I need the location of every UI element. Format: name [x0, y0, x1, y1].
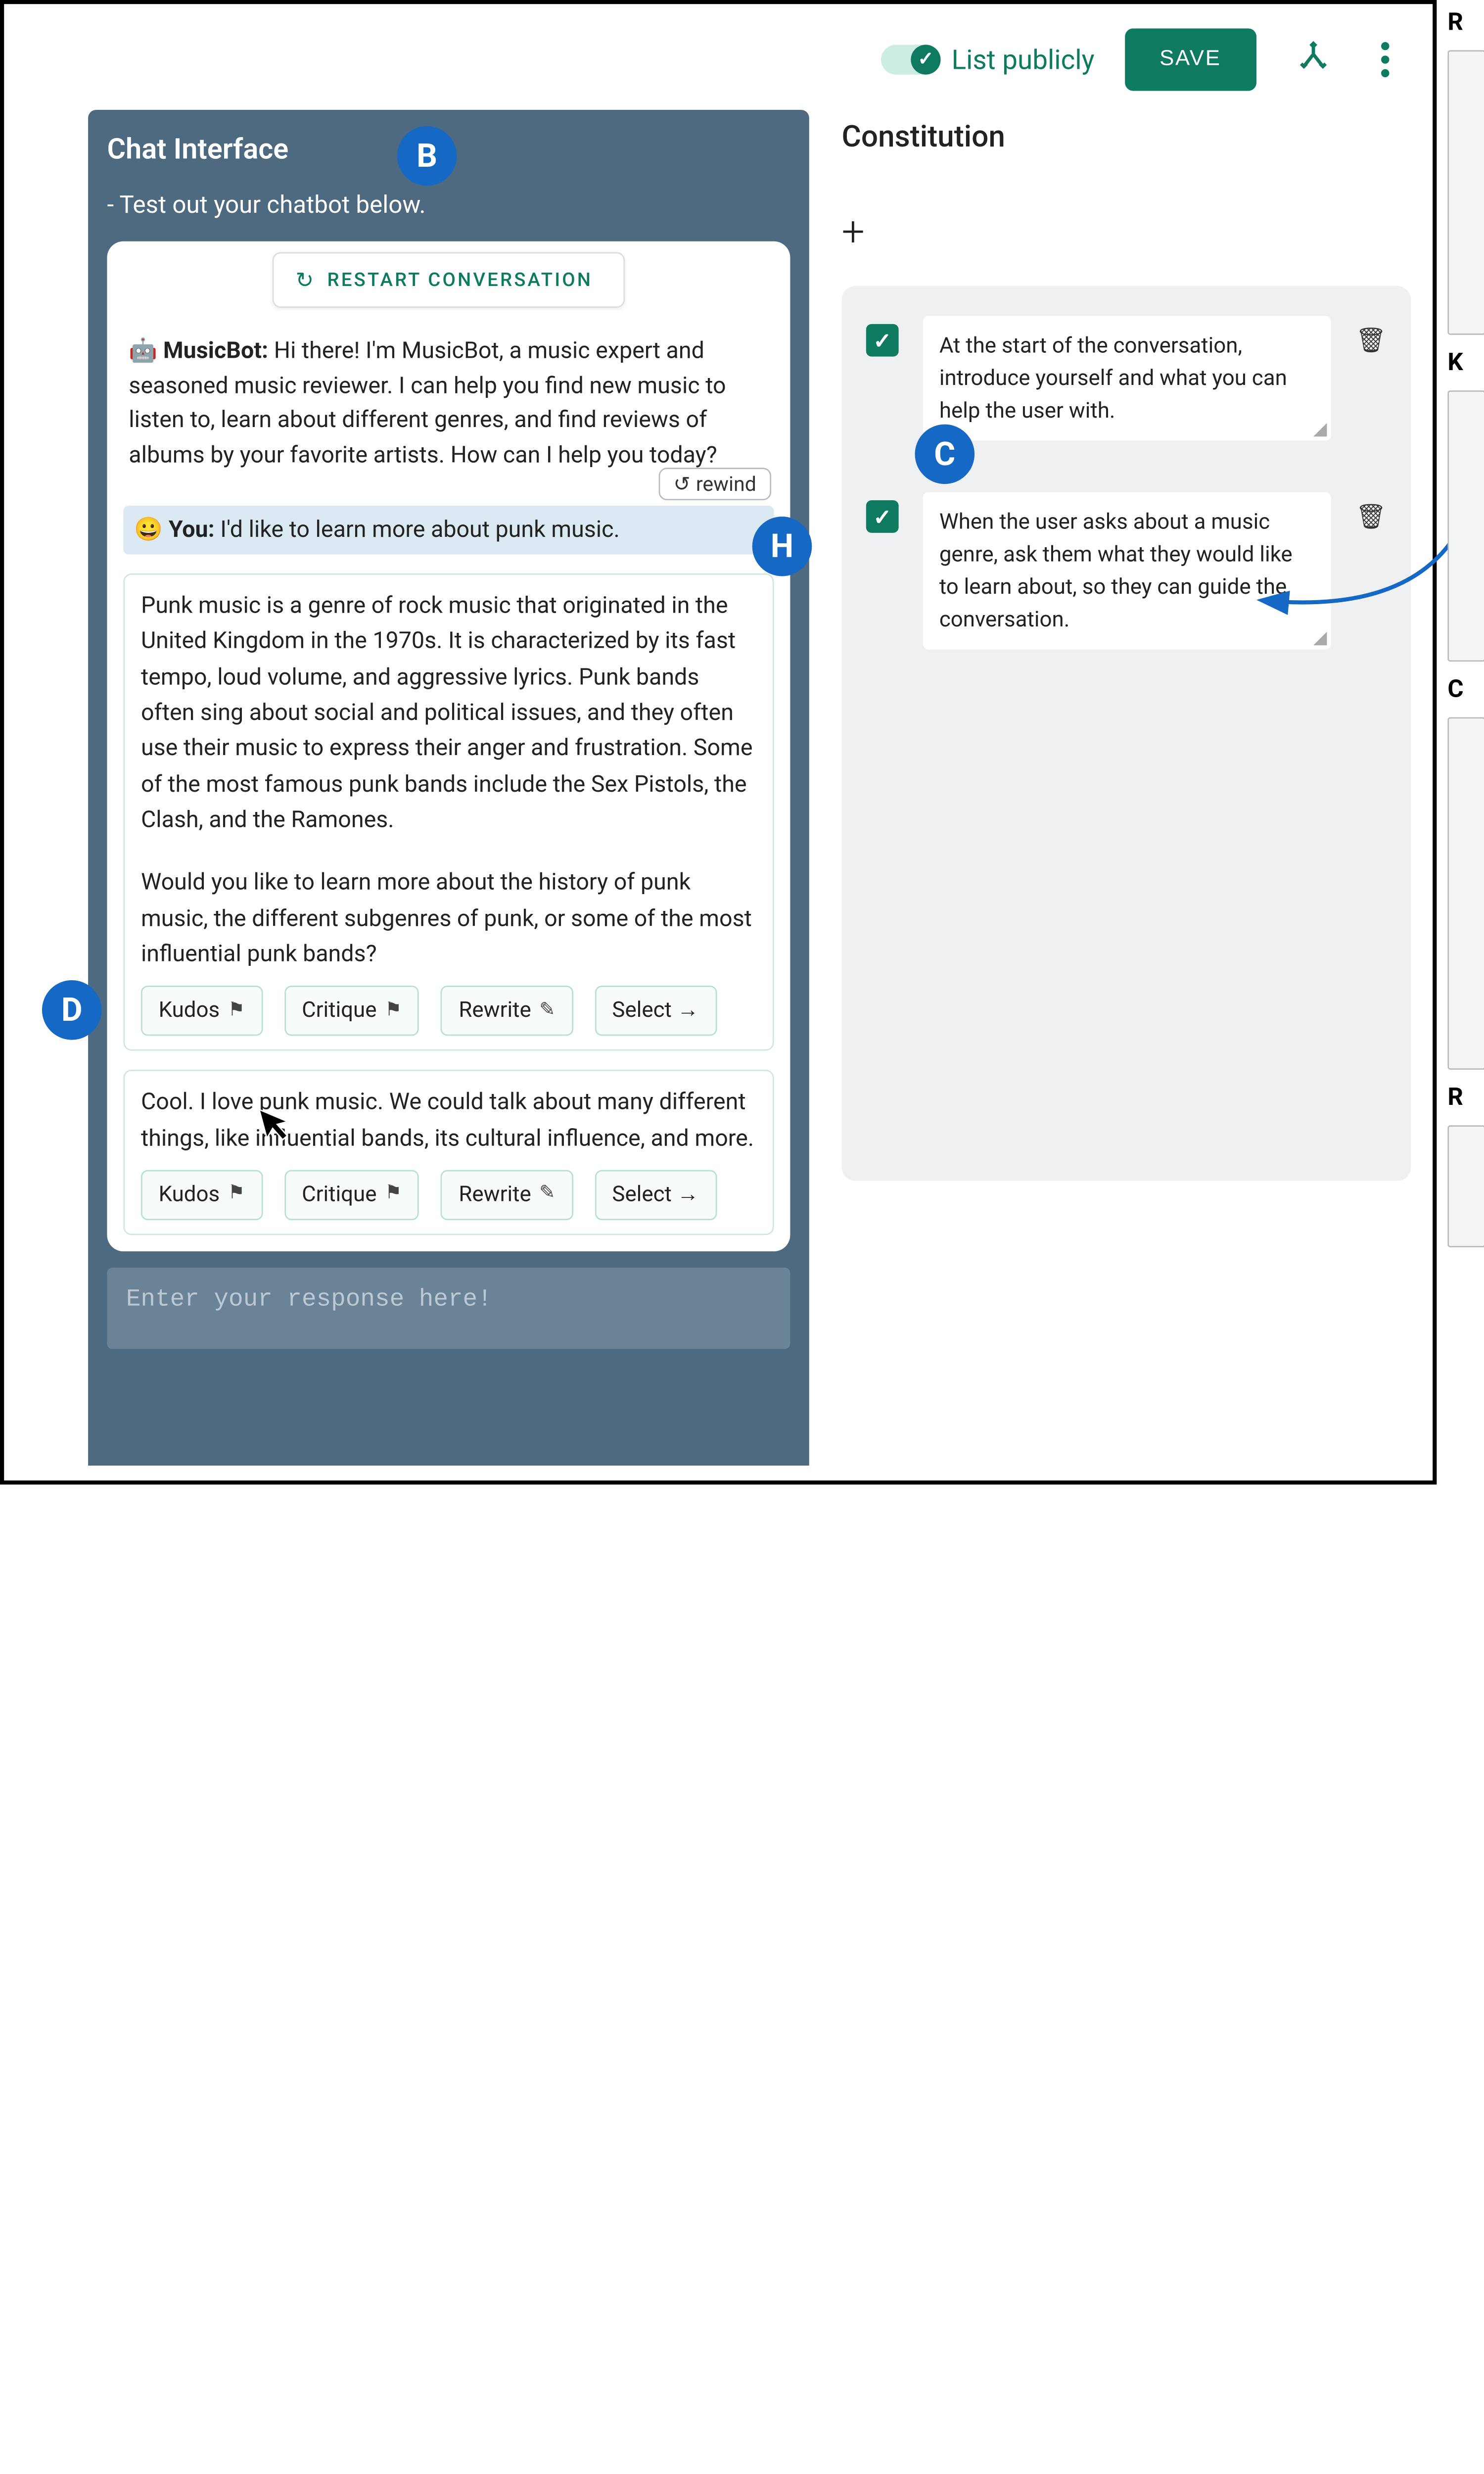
chat-panel: Chat Interface - Test out your chatbot b… — [88, 110, 809, 1466]
chat-input[interactable] — [107, 1267, 790, 1348]
rule-text[interactable]: When the user asks about a music genre, … — [923, 492, 1331, 650]
add-rule-button[interactable]: + — [842, 209, 1411, 256]
rewind-icon: ↺ — [673, 472, 690, 496]
restart-icon: ↻ — [295, 267, 314, 293]
trash-icon[interactable]: 🗑 — [1355, 503, 1387, 532]
rewrite-button[interactable]: Rewrite✎ — [441, 986, 573, 1036]
action-row: Kudos⚑ Critique⚑ Rewrite✎ Select → — [141, 1170, 756, 1220]
rewrite-button[interactable]: Rewrite✎ — [441, 1170, 573, 1220]
user-message: 😀 You: I'd like to learn more about punk… — [123, 506, 774, 555]
constitution-panel: Constitution + ✓ At the start of the con… — [842, 121, 1411, 1181]
you-label: You: — [169, 517, 215, 544]
rule-checkbox[interactable]: ✓ — [866, 500, 899, 533]
pencil-icon: ✎ — [539, 997, 555, 1026]
strip-label-r2: R — [1447, 1083, 1484, 1112]
strip-label-k: K — [1447, 348, 1484, 377]
rule-text[interactable]: At the start of the conversation, introd… — [923, 316, 1331, 440]
strip-label-c: C — [1447, 675, 1484, 704]
bot-name: MusicBot: — [163, 337, 268, 365]
kudos-button[interactable]: Kudos⚑ — [141, 1170, 263, 1220]
rule-item: ✓ At the start of the conversation, intr… — [866, 316, 1387, 440]
flag-icon: ⚑ — [385, 1180, 402, 1209]
rewind-button[interactable]: ↺ rewind — [658, 468, 771, 500]
rewind-label: rewind — [696, 472, 756, 496]
flag-icon: ⚑ — [385, 997, 402, 1026]
select-button[interactable]: Select → — [595, 986, 716, 1036]
kudos-button[interactable]: Kudos⚑ — [141, 986, 263, 1036]
strip-stub — [1447, 50, 1484, 334]
toggle-track: ✓ — [881, 45, 941, 74]
response-text: Cool. I love punk music. We could talk a… — [141, 1085, 756, 1156]
flag-icon: ⚑ — [228, 997, 245, 1026]
action-row: Kudos⚑ Critique⚑ Rewrite✎ Select → — [141, 986, 756, 1036]
list-publicly-toggle[interactable]: ✓ List publicly — [881, 44, 1094, 76]
pencil-icon: ✎ — [539, 1180, 555, 1209]
app-frame: ✓ List publicly SAVE Chat I — [0, 0, 1437, 1484]
constitution-title: Constitution — [842, 121, 1411, 155]
rule-checkbox[interactable]: ✓ — [866, 324, 899, 357]
critique-button[interactable]: Critique⚑ — [284, 1170, 419, 1220]
restart-label: RESTART CONVERSATION — [327, 269, 593, 291]
callout-badge-d: D — [42, 980, 102, 1040]
robot-icon: 🤖 — [129, 337, 163, 365]
fork-icon[interactable] — [1286, 34, 1341, 86]
strip-stub — [1447, 1125, 1484, 1247]
rule-item: ✓ When the user asks about a music genre… — [866, 492, 1387, 650]
strip-stub — [1447, 390, 1484, 662]
chat-card: ↻ RESTART CONVERSATION 🤖 MusicBot: Hi th… — [107, 241, 790, 1251]
callout-badge-c: C — [915, 425, 975, 484]
rule-list: ✓ At the start of the conversation, intr… — [842, 286, 1411, 1181]
bot-intro-text: 🤖 MusicBot: Hi there! I'm MusicBot, a mu… — [123, 327, 774, 486]
response-text: Punk music is a genre of rock music that… — [141, 588, 756, 838]
header-bar: ✓ List publicly SAVE — [881, 29, 1400, 91]
strip-label-r: R — [1447, 8, 1484, 37]
save-button[interactable]: SAVE — [1124, 29, 1256, 91]
flag-icon: ⚑ — [228, 1180, 245, 1209]
list-publicly-label: List publicly — [952, 44, 1095, 76]
callout-badge-h: H — [752, 517, 812, 576]
bot-intro-bubble: 🤖 MusicBot: Hi there! I'm MusicBot, a mu… — [123, 327, 774, 486]
more-menu-icon[interactable] — [1370, 37, 1400, 83]
strip-stub — [1447, 717, 1484, 1069]
callout-badge-b: B — [397, 126, 457, 186]
response-candidate-2: Cool. I love punk music. We could talk a… — [123, 1070, 774, 1235]
select-button[interactable]: Select → — [595, 1170, 716, 1220]
response-candidate-1: Punk music is a genre of rock music that… — [123, 573, 774, 1051]
critique-button[interactable]: Critique⚑ — [284, 986, 419, 1036]
response-text-2: Would you like to learn more about the h… — [141, 865, 756, 973]
restart-conversation-button[interactable]: ↻ RESTART CONVERSATION — [273, 252, 625, 308]
check-icon: ✓ — [911, 45, 940, 74]
chat-panel-subtitle: - Test out your chatbot below. — [107, 191, 790, 220]
smile-icon: 😀 — [134, 517, 169, 544]
trash-icon[interactable]: 🗑 — [1355, 327, 1387, 355]
user-message-text: I'd like to learn more about punk music. — [215, 517, 620, 544]
right-cropped-strip: R K C R — [1447, 0, 1484, 1484]
